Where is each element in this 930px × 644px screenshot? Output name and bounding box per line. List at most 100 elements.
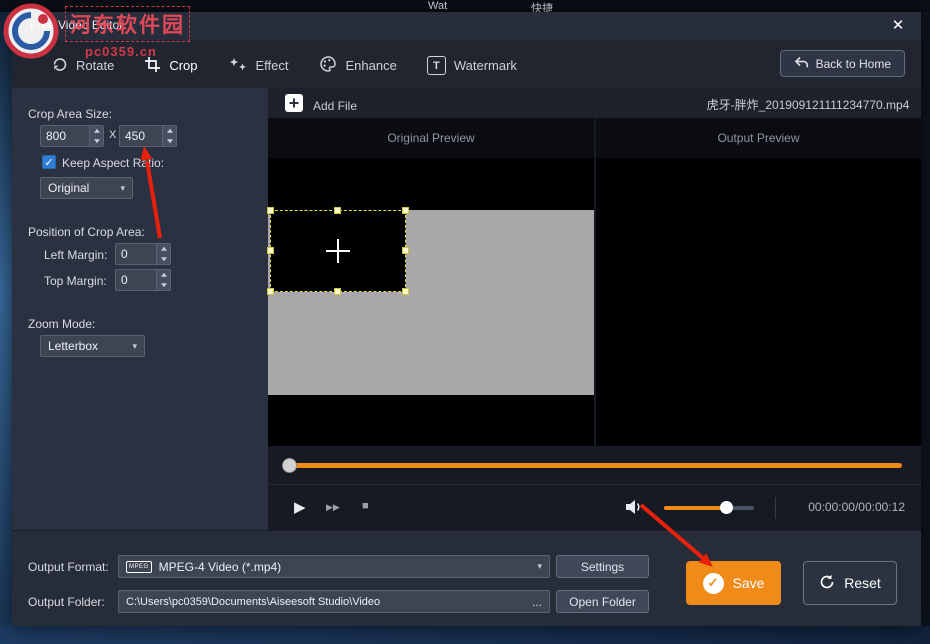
browse-ellipsis-button[interactable]: ...	[532, 595, 542, 609]
stop-icon[interactable]: ■	[362, 500, 369, 512]
zoom-mode-value: Letterbox	[48, 339, 98, 353]
window-title: Free Video Editor	[30, 18, 123, 32]
zoom-mode-dropdown[interactable]: Letterbox ▾	[40, 335, 145, 357]
crop-selection-box[interactable]	[270, 210, 406, 292]
fast-forward-icon[interactable]: ▶▶	[326, 502, 340, 513]
tab-crop[interactable]: Crop	[129, 40, 212, 91]
volume-fill	[664, 506, 726, 510]
top-margin-label: Top Margin:	[44, 274, 107, 288]
add-file-icon	[284, 93, 304, 118]
screen: Wat 快捷 Free Video Editor ✕ Rotate	[0, 0, 930, 644]
crop-settings-panel: Crop Area Size: X ✓ Keep Aspect Ratio: O…	[12, 88, 268, 530]
crop-handle[interactable]	[334, 207, 341, 214]
reset-label: Reset	[844, 575, 881, 591]
title-bar[interactable]: Free Video Editor ✕	[12, 12, 921, 40]
keep-aspect-ratio-checkbox[interactable]: ✓	[42, 155, 56, 169]
loaded-file-name: 虎牙-胖炸_201909121111234770.mp4	[598, 96, 930, 113]
crop-width-spinner	[40, 125, 104, 147]
crop-height-input[interactable]	[120, 126, 162, 146]
controls-divider	[775, 497, 776, 519]
spin-down-button[interactable]	[90, 136, 103, 146]
output-format-label: Output Format:	[28, 560, 109, 574]
output-preview-header: Output Preview	[596, 118, 921, 158]
playback-controls: ▶ ▶▶ ■ 00:00:00/00:00:12	[268, 484, 921, 530]
preview-divider	[594, 118, 596, 446]
tab-label: Crop	[169, 58, 197, 73]
output-folder-label: Output Folder:	[28, 595, 105, 609]
crop-handle[interactable]	[402, 288, 409, 295]
chevron-down-icon: ▾	[120, 183, 125, 194]
settings-button[interactable]: Settings	[556, 555, 649, 578]
zoom-mode-label: Zoom Mode:	[28, 317, 95, 331]
left-margin-spinner	[115, 243, 171, 265]
crop-height-spinner	[119, 125, 177, 147]
crop-width-input[interactable]	[41, 126, 89, 146]
output-folder-field[interactable]: C:\Users\pc0359\Documents\Aiseesoft Stud…	[118, 590, 550, 613]
seek-bar-row	[268, 446, 921, 484]
open-folder-button[interactable]: Open Folder	[556, 590, 649, 613]
spin-up-button[interactable]	[163, 126, 176, 136]
reset-icon	[819, 574, 835, 593]
tab-enhance[interactable]: Enhance	[304, 40, 412, 91]
add-file-button[interactable]: Add File	[284, 93, 357, 118]
close-icon[interactable]: ✕	[887, 15, 909, 37]
tab-rotate[interactable]: Rotate	[36, 40, 129, 91]
top-margin-input[interactable]	[116, 270, 156, 290]
reset-button[interactable]: Reset	[803, 561, 897, 605]
back-to-home-button[interactable]: Back to Home	[780, 50, 905, 77]
spin-down-button[interactable]	[157, 254, 170, 264]
play-icon[interactable]: ▶	[294, 498, 306, 516]
crop-handle[interactable]	[402, 247, 409, 254]
desktop-top-strip: Wat 快捷	[0, 0, 930, 12]
spin-up-button[interactable]	[157, 270, 170, 280]
volume-icon[interactable]	[624, 499, 644, 520]
spin-buttons	[156, 270, 170, 290]
rotate-icon	[51, 56, 68, 76]
watermark-icon: T	[427, 56, 446, 75]
chevron-down-icon: ▾	[132, 341, 137, 352]
output-format-value: MPEG-4 Video (*.mp4)	[159, 560, 282, 574]
size-separator: X	[109, 129, 116, 141]
crosshair-icon	[337, 239, 339, 263]
file-bar: Add File 虎牙-胖炸_201909121111234770.mp4	[268, 88, 921, 118]
original-preview-header: Original Preview	[268, 118, 594, 158]
back-arrow-icon	[794, 56, 809, 72]
output-format-dropdown[interactable]: MPEG MPEG-4 Video (*.mp4) ▾	[118, 555, 550, 578]
seek-handle[interactable]	[282, 458, 297, 473]
aspect-ratio-dropdown[interactable]: Original ▾	[40, 177, 133, 199]
time-display: 00:00:00/00:00:12	[808, 500, 905, 514]
crop-handle[interactable]	[267, 288, 274, 295]
left-margin-input[interactable]	[116, 244, 156, 264]
add-file-label: Add File	[313, 99, 357, 113]
tab-label: Effect	[256, 58, 289, 73]
desktop-bottom-strip	[0, 626, 930, 644]
crop-handle[interactable]	[334, 288, 341, 295]
spin-up-button[interactable]	[90, 126, 103, 136]
tab-label: Rotate	[76, 58, 114, 73]
crop-area-size-label: Crop Area Size:	[28, 107, 112, 121]
save-label: Save	[733, 575, 765, 591]
volume-slider[interactable]	[664, 506, 754, 510]
spin-buttons	[162, 126, 176, 146]
left-margin-label: Left Margin:	[44, 248, 107, 262]
crop-handle[interactable]	[402, 207, 409, 214]
volume-handle[interactable]	[720, 501, 733, 514]
tab-watermark[interactable]: T Watermark	[412, 40, 532, 91]
spin-down-button[interactable]	[163, 136, 176, 146]
spin-up-button[interactable]	[157, 244, 170, 254]
save-check-icon: ✓	[703, 573, 724, 594]
save-button[interactable]: ✓ Save	[686, 561, 781, 605]
top-margin-spinner	[115, 269, 171, 291]
output-panel: Output Format: MPEG MPEG-4 Video (*.mp4)…	[12, 530, 921, 626]
seek-track[interactable]	[288, 463, 902, 468]
app-window: Free Video Editor ✕ Rotate Crop	[12, 12, 921, 626]
spin-down-button[interactable]	[157, 280, 170, 290]
back-to-home-label: Back to Home	[816, 57, 891, 71]
tab-bar: Rotate Crop Effect	[12, 40, 921, 88]
tab-effect[interactable]: Effect	[213, 40, 304, 91]
crop-handle[interactable]	[267, 207, 274, 214]
mpeg-icon: MPEG	[126, 561, 152, 573]
crop-handle[interactable]	[267, 247, 274, 254]
desktop-text-fragment: Wat	[428, 0, 447, 12]
output-folder-value: C:\Users\pc0359\Documents\Aiseesoft Stud…	[126, 596, 526, 608]
